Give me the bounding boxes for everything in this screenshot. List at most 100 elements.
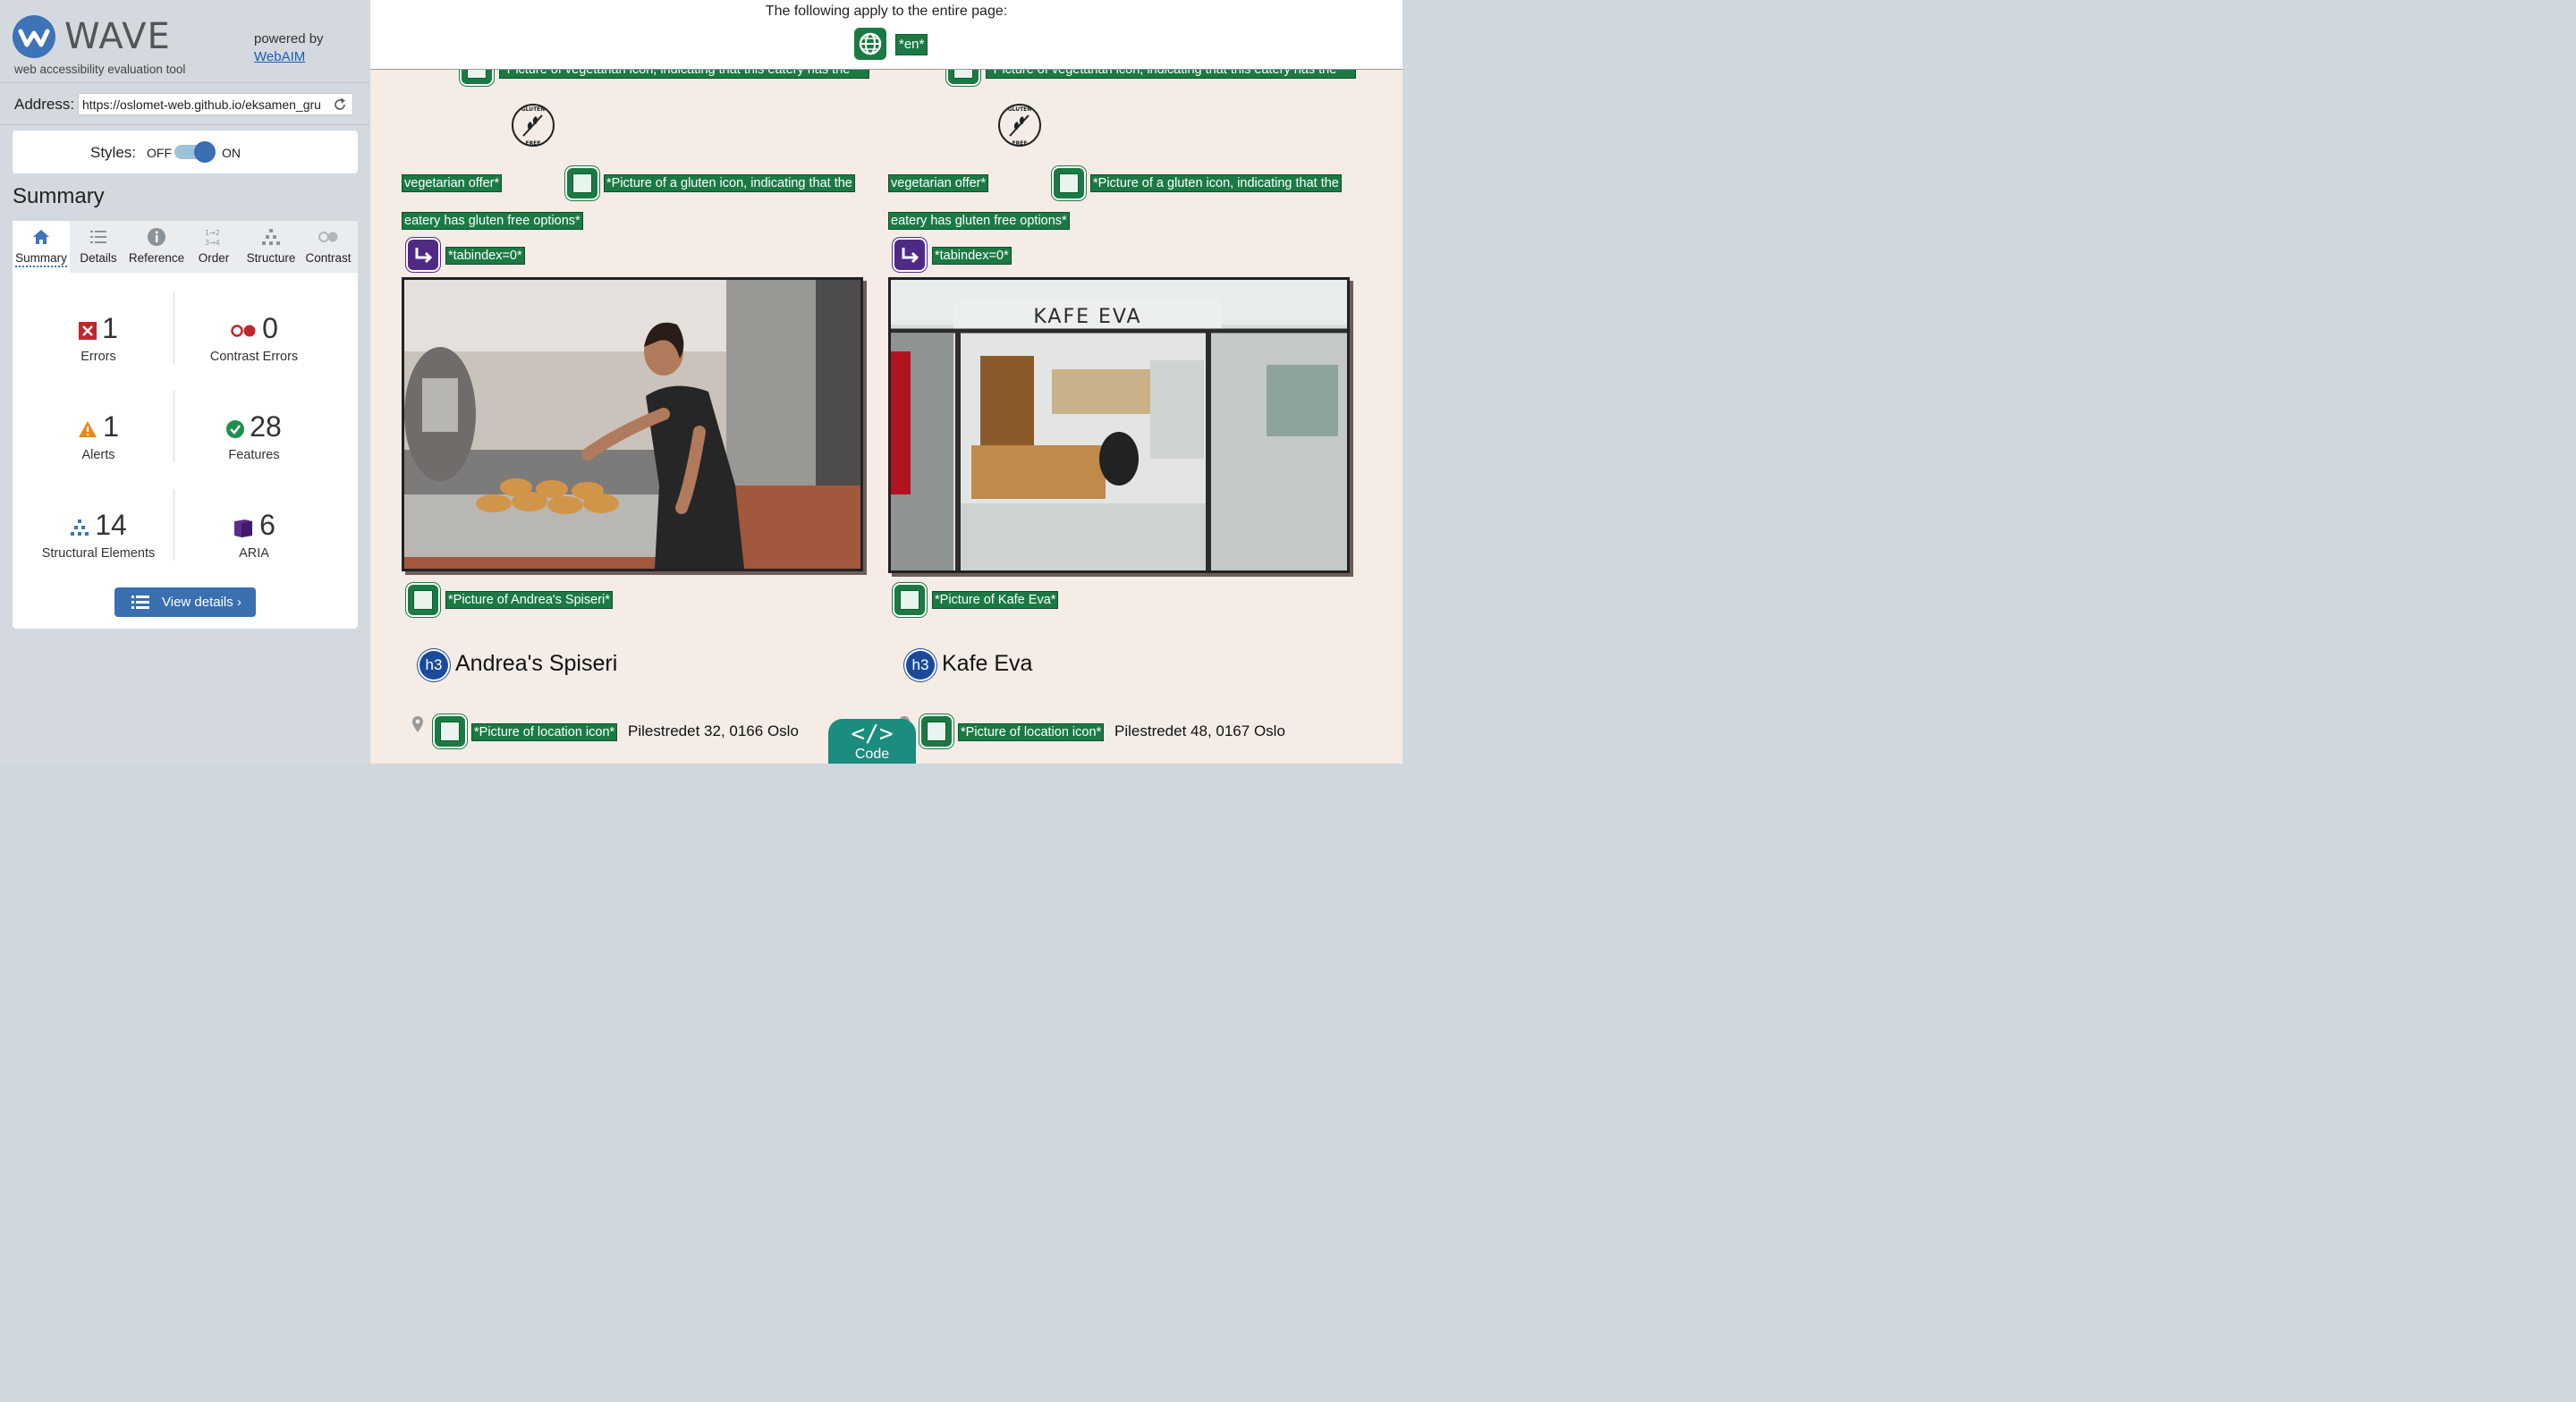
list-icon xyxy=(90,231,106,243)
alt-text-tag: *Picture of Kafe Eva* xyxy=(932,591,1059,609)
alt-text-tag: eatery has gluten free options* xyxy=(402,212,583,230)
tab-label: Order xyxy=(198,251,230,265)
contrast-errors-label: Contrast Errors xyxy=(209,350,299,364)
features-label: Features xyxy=(228,448,280,462)
powered-by: powered by WebAIM xyxy=(254,30,324,66)
tab-structure[interactable]: Structure xyxy=(242,221,301,273)
feature-check-icon xyxy=(226,419,245,438)
wave-logo-text: WAVE xyxy=(64,16,171,57)
location-pin-icon xyxy=(412,716,423,732)
contrast-error-icon xyxy=(231,324,256,337)
structural-count: 14 xyxy=(95,509,127,541)
kafe-eva-photo: KAFE EVA xyxy=(891,280,1347,570)
summary-title: Summary xyxy=(13,184,105,208)
styles-label: Styles: xyxy=(90,144,137,161)
gluten-badge-top: GLUTEN xyxy=(1008,106,1032,113)
wave-logo-icon xyxy=(13,15,55,58)
image-icon[interactable] xyxy=(408,585,438,615)
view-details-button[interactable]: View details › xyxy=(114,587,256,617)
evaluated-page: The following apply to the entire page: … xyxy=(370,0,1402,764)
tab-label: Contrast xyxy=(305,251,352,265)
gluten-free-icon: GLUTEN FREE xyxy=(998,104,1041,147)
order-icon: 1→23→4 xyxy=(205,229,220,247)
structural-label: Structural Elements xyxy=(41,546,156,561)
tab-label: Reference xyxy=(128,251,185,265)
tabindex-tag: *tabindex=0* xyxy=(932,247,1012,265)
page-wide-notice: The following apply to the entire page: … xyxy=(370,0,1402,70)
alert-icon xyxy=(79,420,97,437)
language-globe-icon[interactable] xyxy=(854,28,886,60)
tab-details[interactable]: Details xyxy=(72,221,125,273)
address-input[interactable]: https://oslomet-web.github.io/eksamen_gr… xyxy=(78,93,353,115)
svg-text:1→2: 1→2 xyxy=(205,229,220,237)
gluten-badge-top: GLUTEN xyxy=(521,106,546,113)
summary-panel: Summary Details Reference 1→2 3→4 Order S… xyxy=(13,221,358,629)
home-icon xyxy=(33,230,49,244)
info-icon xyxy=(148,228,165,246)
eatery-heading: Andrea's Spiseri xyxy=(455,651,618,676)
code-label: Code xyxy=(854,747,890,762)
logo-subtitle: web accessibility evaluation tool xyxy=(14,63,186,76)
stat-structural[interactable]: 14 Structural Elements xyxy=(22,509,174,561)
alt-text-tag: eatery has gluten free options* xyxy=(888,212,1070,230)
alt-text-tag: *Picture of location icon* xyxy=(471,723,618,741)
stat-contrast-errors[interactable]: 0 Contrast Errors xyxy=(178,312,330,364)
view-details-label: View details › xyxy=(162,595,242,610)
tab-label: Structure xyxy=(246,251,296,265)
code-toggle-button[interactable]: </> Code xyxy=(828,719,916,764)
h3-badge: h3 xyxy=(419,651,448,680)
tab-reference[interactable]: Reference xyxy=(125,221,188,273)
photo-kafe-eva: KAFE EVA xyxy=(888,277,1350,573)
aria-cube-icon xyxy=(234,519,253,537)
toggle-knob xyxy=(194,141,216,163)
alt-text-tag: *Picture of a gluten icon, indicating th… xyxy=(604,174,855,192)
alt-text-tag: vegetarian offer* xyxy=(888,174,989,192)
address-label: Address: xyxy=(14,96,75,113)
image-icon[interactable] xyxy=(921,716,952,747)
tab-label: Summary xyxy=(15,251,67,267)
alt-text-tag: *Picture of a gluten icon, indicating th… xyxy=(1090,174,1342,192)
contrast-errors-count: 0 xyxy=(262,312,278,344)
tabindex-icon[interactable] xyxy=(894,240,925,270)
eatery-address: Pilestredet 32, 0166 Oslo xyxy=(628,722,799,739)
alerts-count: 1 xyxy=(103,410,119,443)
features-count: 28 xyxy=(250,410,282,443)
wave-sidebar: WAVE web accessibility evaluation tool p… xyxy=(0,0,369,764)
reload-icon[interactable] xyxy=(333,97,347,112)
gluten-free-icon: GLUTEN FREE xyxy=(512,104,555,147)
image-icon[interactable] xyxy=(1054,168,1084,198)
aria-count: 6 xyxy=(259,509,275,541)
alt-text-tag: *Picture of location icon* xyxy=(958,723,1105,741)
storefront-sign: KAFE EVA xyxy=(1033,306,1141,328)
alerts-label: Alerts xyxy=(81,448,115,462)
styles-toggle[interactable] xyxy=(174,141,216,163)
andreas-spiseri-photo xyxy=(404,280,860,569)
structure-icon xyxy=(262,229,280,245)
tabindex-icon[interactable] xyxy=(408,240,438,270)
gluten-badge-bottom: FREE xyxy=(1013,140,1028,147)
tabindex-tag: *tabindex=0* xyxy=(445,247,525,265)
error-icon xyxy=(79,321,97,340)
tab-label: Details xyxy=(80,251,117,265)
tab-contrast[interactable]: Contrast xyxy=(301,221,356,273)
tab-order[interactable]: 1→2 3→4 Order xyxy=(190,221,238,273)
image-icon[interactable] xyxy=(894,585,925,615)
stat-errors[interactable]: 1 Errors xyxy=(22,312,174,364)
lang-tag: *en* xyxy=(895,34,928,55)
h3-badge: h3 xyxy=(906,651,935,680)
stat-alerts[interactable]: 1 Alerts xyxy=(22,410,174,462)
styles-toggle-box: Styles: OFF ON xyxy=(13,131,358,173)
powered-by-label: powered by xyxy=(254,31,324,46)
list-icon xyxy=(131,595,149,609)
tab-summary[interactable]: Summary xyxy=(13,221,70,273)
webaim-link[interactable]: WebAIM xyxy=(254,48,324,66)
image-icon[interactable] xyxy=(435,716,465,747)
image-icon[interactable] xyxy=(567,168,597,198)
stat-features[interactable]: 28 Features xyxy=(178,410,330,462)
styles-off-label: OFF xyxy=(147,146,172,160)
aria-label: ARIA xyxy=(239,546,269,561)
structure-icon xyxy=(71,519,89,536)
stat-aria[interactable]: 6 ARIA xyxy=(178,509,330,561)
eatery-address: Pilestredet 48, 0167 Oslo xyxy=(1114,722,1285,739)
notice-text: The following apply to the entire page: xyxy=(765,4,1008,19)
